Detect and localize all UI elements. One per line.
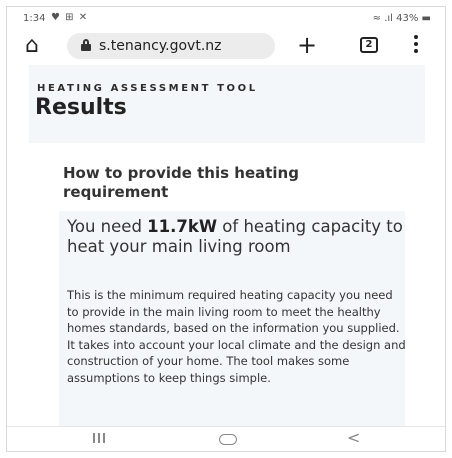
section-heading: How to provide this heating requirement [63,164,299,201]
back-icon[interactable]: < [347,428,360,447]
home-icon[interactable]: ⌂ [19,33,45,59]
notification-icons: ♥ ⊞ ✕ [51,12,89,23]
result-description: This is the minimum required heating cap… [67,288,406,385]
new-tab-icon[interactable]: + [297,31,317,59]
recents-icon[interactable] [93,433,107,443]
signal-icon: ≈ .ıl [372,13,397,24]
heating-requirement: You need 11.7kW of heating capacity to h… [67,217,403,256]
url-text: s.tenancy.govt.nz [99,38,222,54]
battery-percent: 43% [396,13,419,24]
battery-icon: ▬ [418,13,431,24]
more-menu-icon[interactable] [411,35,421,55]
address-bar[interactable]: s.tenancy.govt.nz [67,33,275,59]
lock-icon [81,39,91,51]
status-bar: 1:34 ♥ ⊞ ✕ ≈ .ıl 43% ▬ [7,7,445,29]
phone-screen: 1:34 ♥ ⊞ ✕ ≈ .ıl 43% ▬ ⌂ s.tenancy.govt.… [6,6,446,452]
page-title: Results [35,95,127,120]
tab-switcher-button[interactable]: 2 [360,37,378,53]
heating-capacity-value: 11.7kW [147,217,218,236]
battery-status: ≈ .ıl 43% ▬ [373,13,431,24]
browser-toolbar: ⌂ s.tenancy.govt.nz + 2 [7,29,445,65]
page-header: HEATING ASSESSMENT TOOL Results [29,65,425,143]
home-nav-icon[interactable] [219,434,237,445]
system-nav-bar: < [7,426,445,451]
tool-eyebrow: HEATING ASSESSMENT TOOL [37,83,258,94]
status-time: 1:34 [23,13,46,24]
page-content: HEATING ASSESSMENT TOOL Results How to p… [7,65,445,428]
result-card: You need 11.7kW of heating capacity to h… [59,211,406,428]
